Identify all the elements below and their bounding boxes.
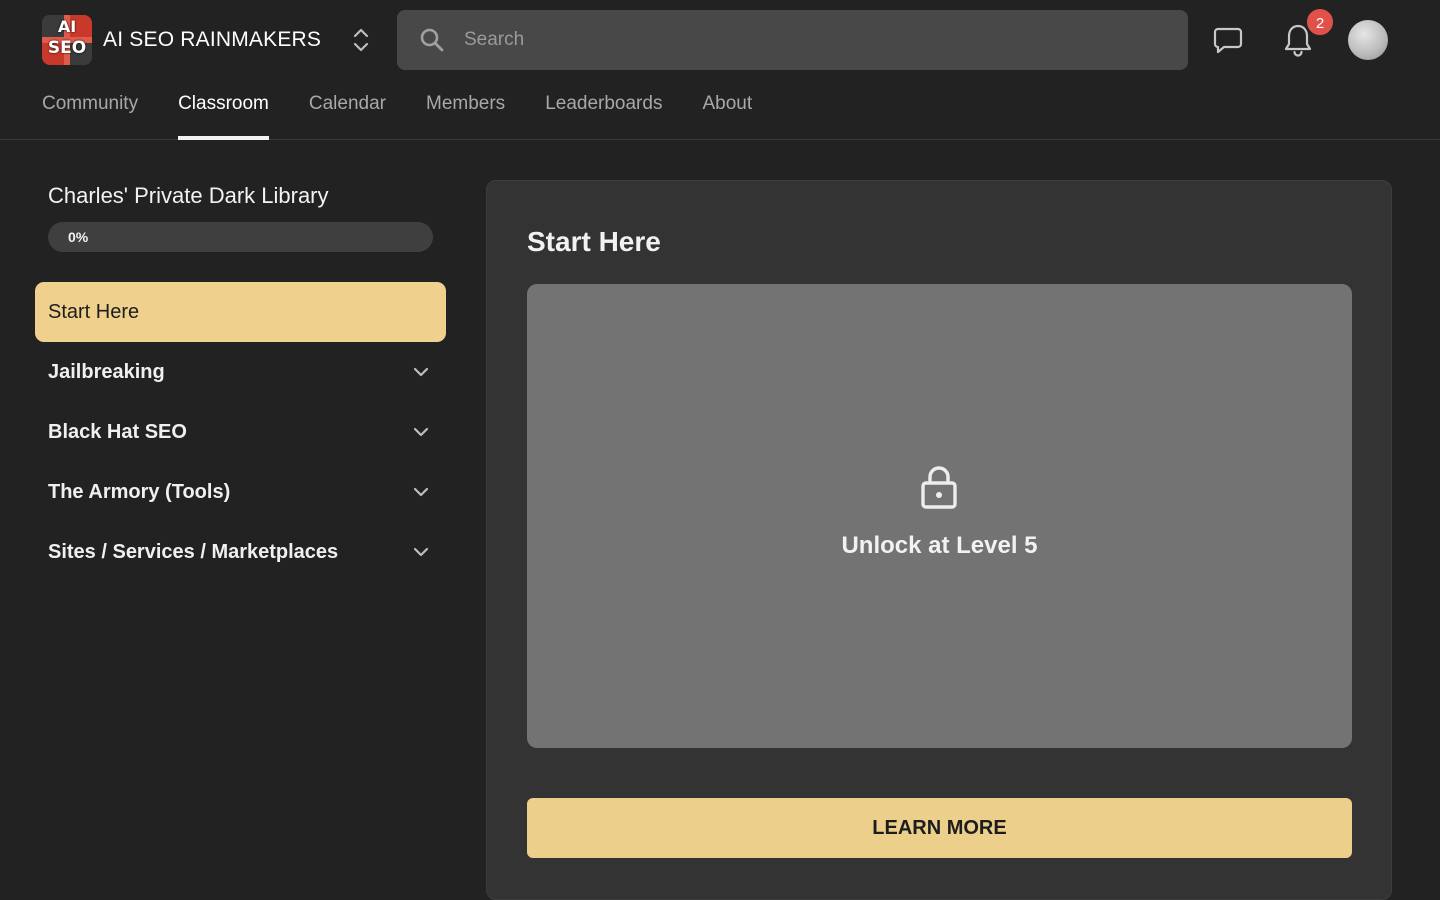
search-icon [420, 28, 444, 52]
lesson-panel: Start Here Unlock at Level 5 LEARN MORE [486, 180, 1392, 900]
progress-label: 0% [68, 229, 89, 245]
course-title: Charles' Private Dark Library [48, 183, 329, 208]
tab-members[interactable]: Members [426, 80, 505, 140]
top-header: AI SEO AI SEO RAINMAKERS 2 Community Cla… [0, 0, 1440, 140]
tab-about[interactable]: About [702, 80, 752, 140]
chevron-down-icon[interactable] [410, 541, 432, 563]
lesson-title: Start Here [527, 226, 661, 257]
search-bar[interactable] [397, 10, 1188, 70]
chevron-down-icon[interactable] [410, 421, 432, 443]
module-item-the-armory[interactable]: The Armory (Tools) [35, 462, 446, 522]
module-item-sites-services-marketplaces[interactable]: Sites / Services / Marketplaces [35, 522, 446, 582]
module-item-start-here[interactable]: Start Here [35, 282, 446, 342]
notification-count-badge: 2 [1305, 7, 1335, 37]
learn-more-button[interactable]: LEARN MORE [527, 798, 1352, 858]
module-label: Jailbreaking [48, 360, 165, 383]
unlock-level-message: Unlock at Level 5 [841, 532, 1038, 559]
logo-text-line1: AI [57, 17, 77, 36]
tab-calendar[interactable]: Calendar [309, 80, 386, 140]
group-name: AI SEO RAINMAKERS [103, 28, 322, 51]
tab-community[interactable]: Community [42, 80, 138, 140]
module-label: Sites / Services / Marketplaces [48, 540, 339, 563]
module-item-black-hat-seo[interactable]: Black Hat SEO [35, 402, 446, 462]
locked-content-area: Unlock at Level 5 [527, 284, 1352, 748]
avatar[interactable] [1348, 20, 1388, 60]
module-label: Black Hat SEO [48, 420, 187, 443]
chat-icon[interactable] [1212, 24, 1244, 56]
chevron-down-icon[interactable] [410, 361, 432, 383]
nav-tabs: Community Classroom Calendar Members Lea… [42, 80, 792, 140]
module-list: Start Here Jailbreaking Black Hat SEO Th… [35, 282, 446, 582]
logo-text-line2: SEO [47, 38, 87, 58]
tab-leaderboards[interactable]: Leaderboards [545, 80, 662, 140]
group-brand[interactable]: AI SEO AI SEO RAINMAKERS [42, 15, 373, 65]
course-progress-bar: 0% [48, 222, 433, 252]
search-input[interactable] [464, 20, 1188, 60]
module-label: The Armory (Tools) [48, 480, 231, 503]
group-switcher-icon[interactable] [349, 25, 373, 55]
module-label: Start Here [48, 300, 140, 323]
tab-classroom[interactable]: Classroom [178, 80, 269, 140]
lock-icon [921, 466, 957, 509]
module-item-jailbreaking[interactable]: Jailbreaking [35, 342, 446, 402]
group-logo: AI SEO [42, 15, 92, 65]
chevron-down-icon[interactable] [410, 481, 432, 503]
